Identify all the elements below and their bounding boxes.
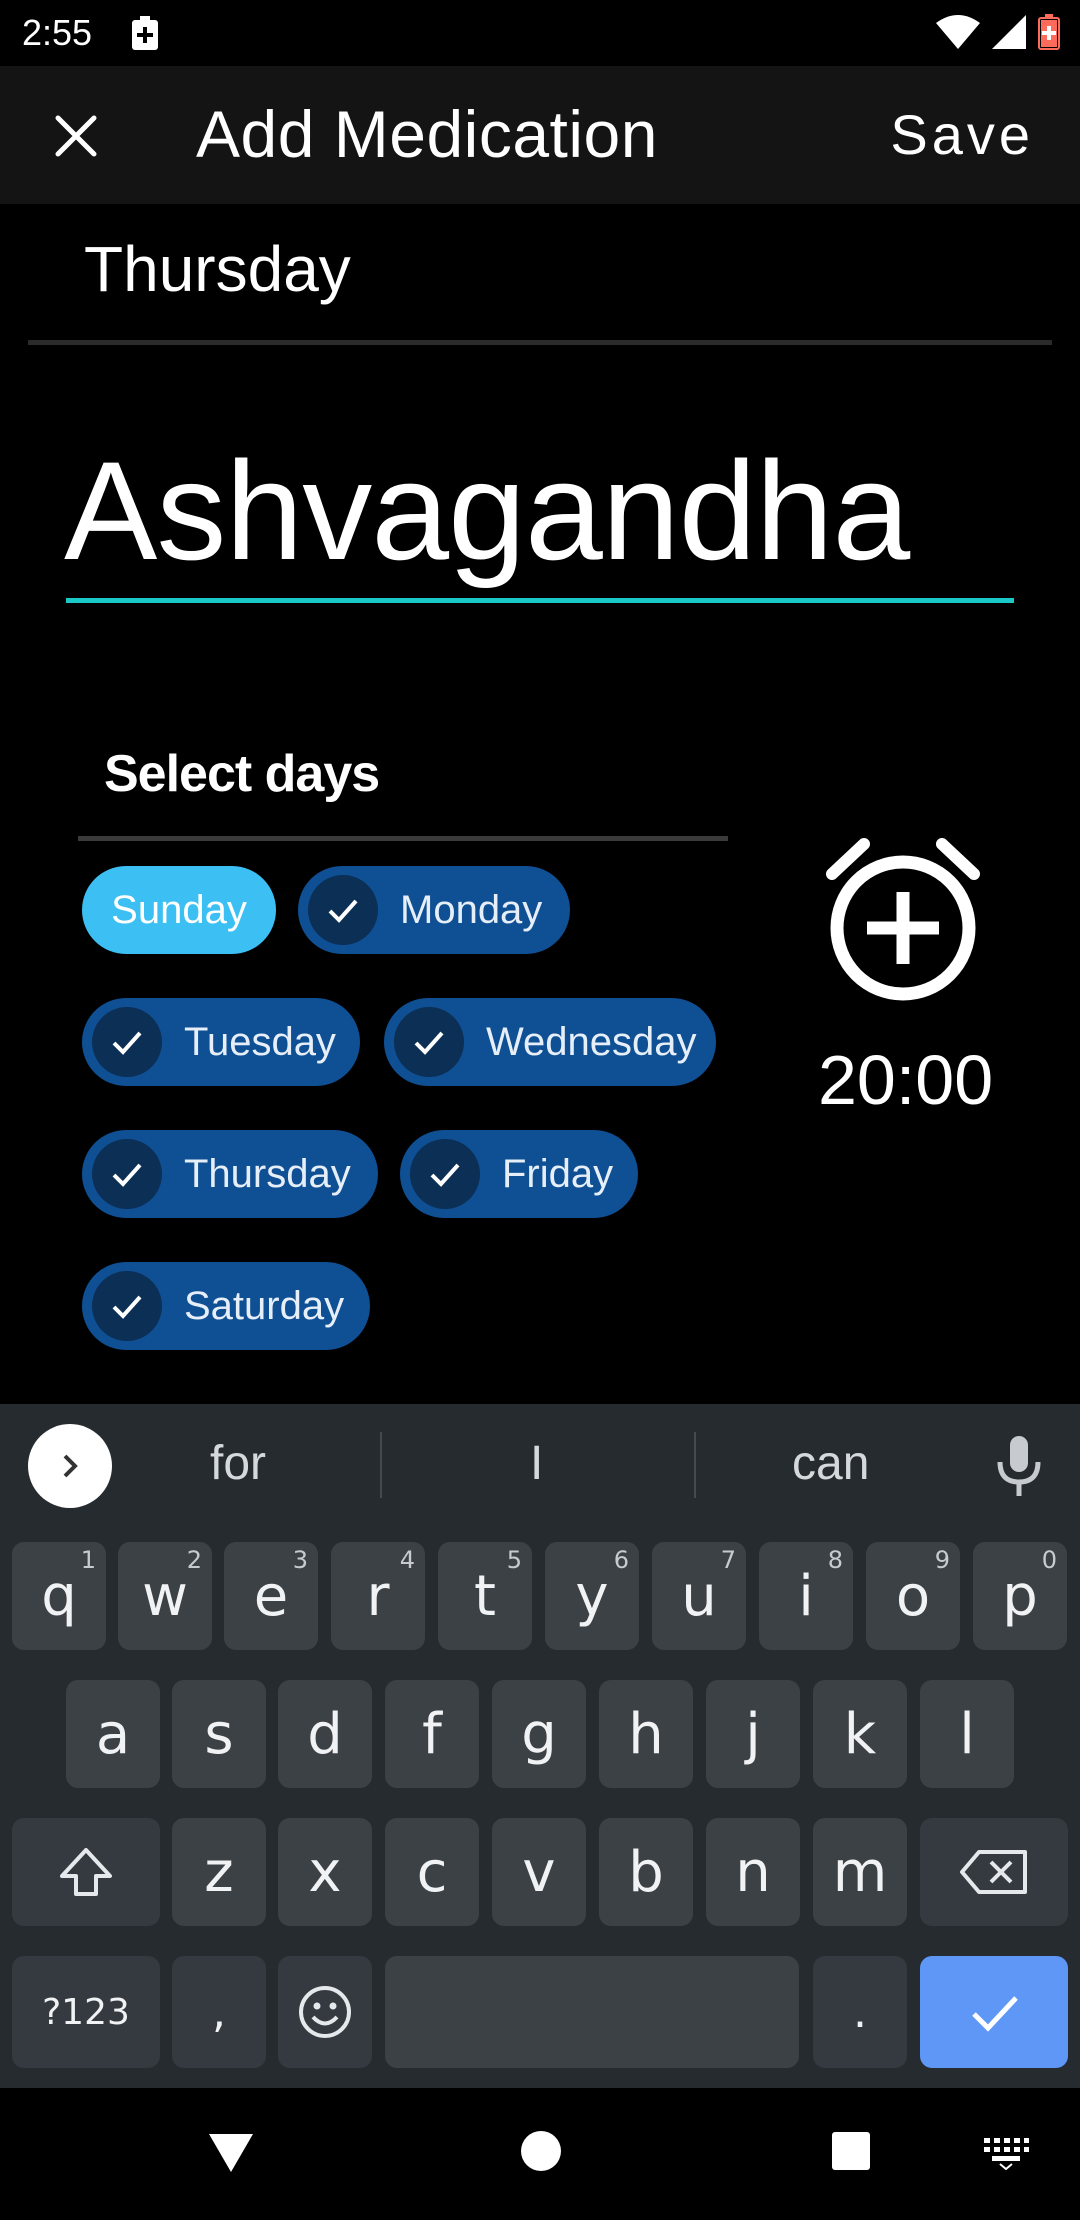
key-b[interactable]: b: [599, 1818, 693, 1926]
close-button[interactable]: [40, 108, 112, 164]
space-key[interactable]: [385, 1956, 799, 2068]
key-x[interactable]: x: [278, 1818, 372, 1926]
backspace-key[interactable]: [920, 1818, 1068, 1926]
key-r[interactable]: r4: [331, 1542, 425, 1650]
key-u[interactable]: u7: [652, 1542, 746, 1650]
key-p[interactable]: p0: [973, 1542, 1067, 1650]
key-z[interactable]: z: [172, 1818, 266, 1926]
day-chip-label: Monday: [400, 887, 543, 932]
key-q[interactable]: q1: [12, 1542, 106, 1650]
suggestion-divider: [380, 1432, 382, 1498]
suggestion-1[interactable]: for: [210, 1436, 266, 1491]
keyboard-icon: [984, 2138, 1029, 2171]
status-time: 2:55: [22, 12, 93, 53]
status-icons: [936, 14, 1060, 55]
emoji-icon: [299, 1986, 351, 2038]
shift-key[interactable]: [12, 1818, 160, 1926]
signal-icon: [992, 15, 1026, 54]
day-chip-sunday[interactable]: Sunday: [82, 866, 276, 954]
check-icon: [394, 1007, 464, 1077]
save-button[interactable]: Save: [890, 102, 1034, 167]
day-chip-label: Saturday: [184, 1283, 345, 1328]
alarm-time[interactable]: 20:00: [818, 1040, 993, 1120]
app-toolbar: Add Medication Save: [0, 66, 1080, 204]
check-icon: [308, 875, 378, 945]
select-days-underline: [78, 836, 728, 841]
key-e[interactable]: e3: [224, 1542, 318, 1650]
key-g[interactable]: g: [492, 1680, 586, 1788]
key-f[interactable]: f: [385, 1680, 479, 1788]
battery-saver-icon: [132, 16, 158, 55]
done-key[interactable]: [920, 1956, 1068, 2068]
close-icon: [55, 115, 97, 157]
key-i[interactable]: i8: [759, 1542, 853, 1650]
check-icon: [92, 1271, 162, 1341]
day-chip-friday[interactable]: Friday: [400, 1130, 638, 1218]
back-nav-button[interactable]: [206, 2126, 256, 2181]
recents-square-icon: [832, 2132, 870, 2170]
home-nav-button[interactable]: [516, 2126, 566, 2181]
suggestion-bar: for I can: [0, 1404, 1080, 1528]
key-a[interactable]: a: [66, 1680, 160, 1788]
status-bar: 2:55: [0, 0, 1080, 66]
symbols-key[interactable]: ?123: [12, 1956, 160, 2068]
day-chip-label: Sunday: [111, 887, 247, 932]
key-v[interactable]: v: [492, 1818, 586, 1926]
chevron-right-icon: [63, 1454, 78, 1478]
day-chip-saturday[interactable]: Saturday: [82, 1262, 370, 1350]
key-s[interactable]: s: [172, 1680, 266, 1788]
select-days-label: Select days: [104, 745, 380, 803]
key-o[interactable]: o9: [866, 1542, 960, 1650]
navigation-bar: [0, 2088, 1080, 2220]
key-l[interactable]: l: [920, 1680, 1014, 1788]
key-d[interactable]: d: [278, 1680, 372, 1788]
home-circle-icon: [521, 2131, 561, 2171]
add-alarm-icon[interactable]: [818, 832, 988, 1007]
key-k[interactable]: k: [813, 1680, 907, 1788]
expand-suggestions-button[interactable]: [28, 1424, 112, 1508]
checkmark-icon: [972, 1996, 1018, 2032]
soft-keyboard: for I can q1 w2 e3 r4 t5 y6 u7 i8 o9 p0 …: [0, 1404, 1080, 2088]
key-c[interactable]: c: [385, 1818, 479, 1926]
check-icon: [92, 1139, 162, 1209]
key-n[interactable]: n: [706, 1818, 800, 1926]
check-icon: [92, 1007, 162, 1077]
day-chip-thursday[interactable]: Thursday: [82, 1130, 378, 1218]
page-title: Add Medication: [196, 97, 658, 171]
comma-key[interactable]: ,: [172, 1956, 266, 2068]
back-triangle-icon: [209, 2134, 253, 2172]
name-input-underline: [66, 598, 1014, 603]
period-key[interactable]: .: [813, 1956, 907, 2068]
key-h[interactable]: h: [599, 1680, 693, 1788]
wifi-icon: [936, 15, 980, 54]
day-chip-label: Friday: [502, 1151, 614, 1196]
battery-low-icon: [1038, 14, 1060, 55]
suggestion-2[interactable]: I: [530, 1436, 543, 1491]
microphone-icon[interactable]: [996, 1434, 1042, 1503]
key-j[interactable]: j: [706, 1680, 800, 1788]
day-chip-label: Tuesday: [184, 1019, 336, 1064]
day-chip-monday[interactable]: Monday: [298, 866, 570, 954]
recents-nav-button[interactable]: [826, 2126, 876, 2181]
day-chip-wednesday[interactable]: Wednesday: [384, 998, 716, 1086]
day-chip-label: Wednesday: [486, 1019, 697, 1064]
emoji-key[interactable]: [278, 1956, 372, 2068]
medication-name-input[interactable]: Ashvagandha: [64, 430, 910, 592]
keyboard-switch-button[interactable]: [982, 2136, 1030, 2175]
key-t[interactable]: t5: [438, 1542, 532, 1650]
day-chip-label: Thursday: [184, 1151, 351, 1196]
suggestion-3[interactable]: can: [792, 1436, 869, 1491]
divider: [28, 340, 1052, 345]
key-m[interactable]: m: [813, 1818, 907, 1926]
key-w[interactable]: w2: [118, 1542, 212, 1650]
shift-icon: [60, 1848, 112, 1896]
backspace-icon: [960, 1850, 1027, 1894]
day-heading: Thursday: [84, 233, 351, 305]
key-y[interactable]: y6: [545, 1542, 639, 1650]
suggestion-divider: [694, 1432, 696, 1498]
check-icon: [410, 1139, 480, 1209]
day-chip-tuesday[interactable]: Tuesday: [82, 998, 360, 1086]
